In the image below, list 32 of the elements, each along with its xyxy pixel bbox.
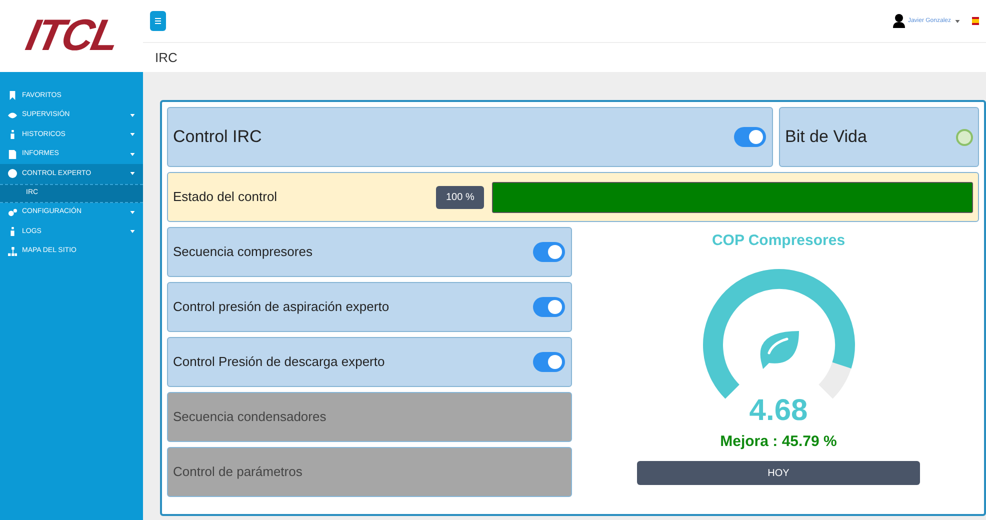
- eye-icon: [8, 110, 17, 120]
- info-icon: [8, 227, 17, 236]
- gauge-title: COP Compresores: [712, 231, 846, 251]
- heartbeat-title: Bit de Vida: [785, 126, 868, 148]
- bookmark-icon: [8, 91, 17, 100]
- flag-icon[interactable]: [972, 17, 979, 25]
- percent-badge: 100 %: [436, 186, 484, 208]
- logo: ITCL: [20, 10, 123, 62]
- circle-icon: [8, 169, 17, 178]
- sitemap-icon: [8, 246, 17, 256]
- toggle-switch[interactable]: [533, 352, 565, 372]
- document-icon: [8, 150, 17, 159]
- toggle-switch[interactable]: [734, 127, 766, 147]
- toggle-switch[interactable]: [533, 297, 565, 317]
- toggle-switch[interactable]: [533, 242, 565, 262]
- function-label: Control de parámetros: [173, 463, 304, 482]
- gears-icon: [8, 208, 17, 217]
- function-label: Control Presión de descarga experto: [173, 353, 386, 372]
- function-label: Secuencia compresores: [173, 243, 314, 262]
- user-icon: [892, 14, 905, 28]
- today-button[interactable]: HOY: [637, 461, 920, 485]
- function-label: Secuencia condensadores: [173, 408, 328, 426]
- control-title: Control IRC: [173, 126, 263, 148]
- improvement-text: Mejora : 45.79 %: [720, 432, 837, 452]
- info-icon: [8, 130, 17, 140]
- function-label: Control presión de aspiración experto: [173, 298, 390, 316]
- menu-button[interactable]: [150, 11, 166, 31]
- caret-icon: [955, 20, 960, 22]
- breadcrumb: IRC: [155, 48, 178, 67]
- status-label: Estado del control: [173, 188, 278, 206]
- gauge-value: 4.68: [749, 392, 808, 428]
- menu-icon: [155, 18, 161, 24]
